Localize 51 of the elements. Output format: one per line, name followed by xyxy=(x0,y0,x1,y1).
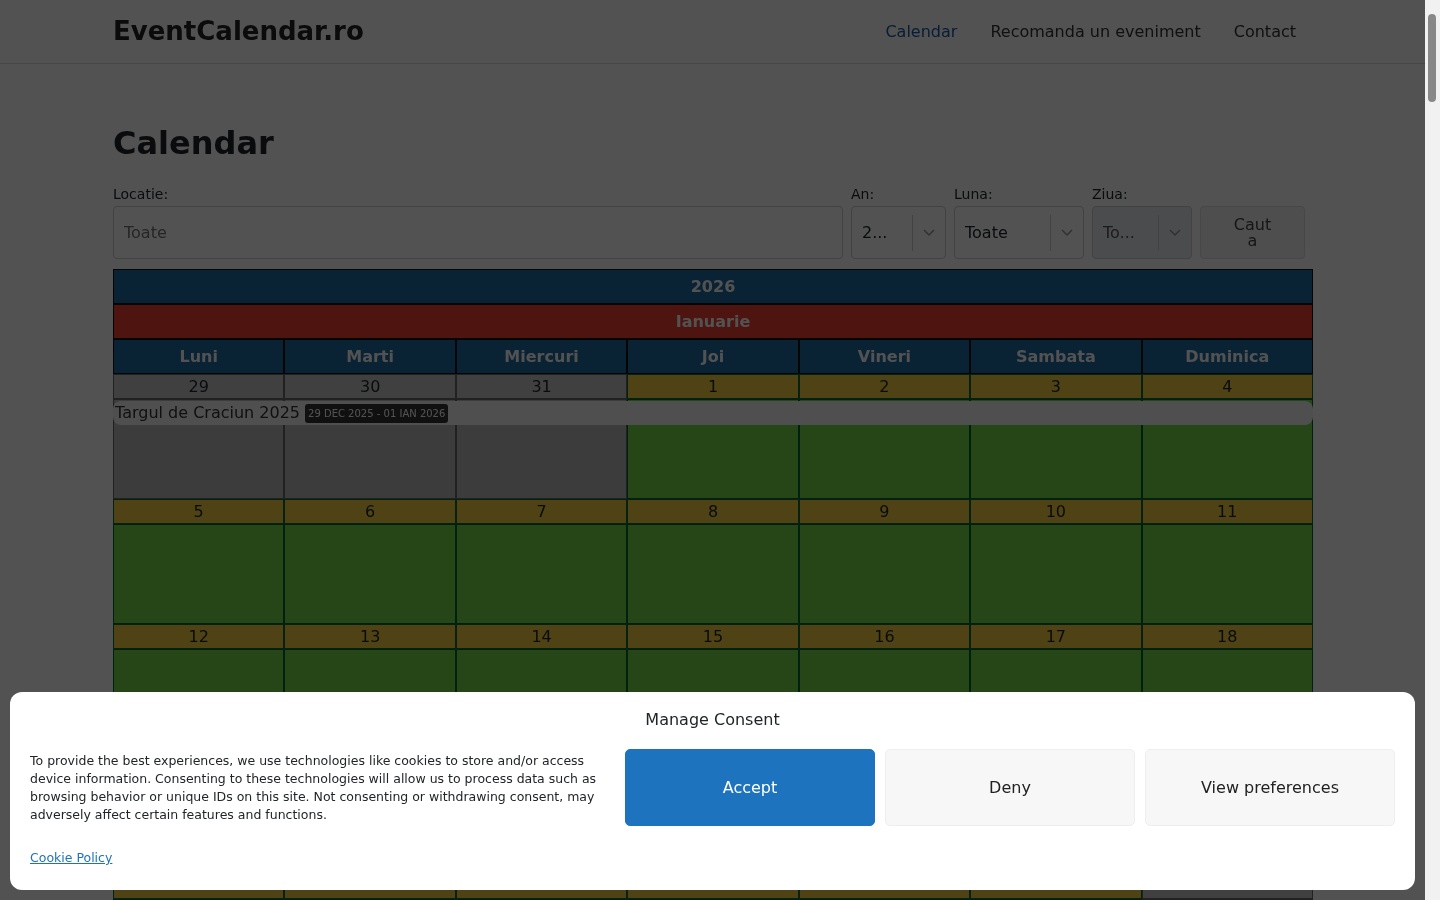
weekday-header: Joi xyxy=(627,339,799,375)
cookie-policy-link[interactable]: Cookie Policy xyxy=(30,849,113,868)
year-header: 2026 xyxy=(113,269,1313,305)
date-cell: 9 xyxy=(798,499,971,525)
chevron-down-icon xyxy=(1061,228,1073,237)
weekday-header: Luni xyxy=(113,339,285,375)
date-cell: 10 xyxy=(970,499,1142,525)
page-title: Calendar xyxy=(113,124,275,163)
date-cell: 8 xyxy=(627,499,799,525)
chevron-down-icon xyxy=(923,228,935,237)
event-title: Targul de Craciun 2025 xyxy=(115,405,301,422)
date-cell: 16 xyxy=(798,624,971,650)
date-cell: 4 xyxy=(1141,374,1313,400)
weekday-header: Miercuri xyxy=(455,339,628,375)
date-cell: 11 xyxy=(1141,499,1313,525)
chevron-down-icon xyxy=(1169,228,1181,237)
weekday-header: Vineri xyxy=(798,339,971,375)
consent-button[interactable]: View preferences xyxy=(1145,749,1395,826)
nav-link[interactable]: Contact xyxy=(1233,19,1296,44)
date-cell: 5 xyxy=(113,499,285,525)
weekday-header: Duminica xyxy=(1141,339,1313,375)
month-header: Ianuarie xyxy=(113,304,1313,340)
consent-button[interactable]: Accept xyxy=(625,749,875,826)
date-cell: 15 xyxy=(627,624,799,650)
dialog-title: Manage Consent xyxy=(644,709,781,731)
field-label: An: xyxy=(851,185,876,205)
scrollbar[interactable] xyxy=(1425,0,1440,900)
field-label: Locatie: xyxy=(113,185,170,205)
nav-link[interactable]: Calendar xyxy=(885,19,958,44)
site-logo[interactable]: EventCalendar.ro xyxy=(113,12,364,51)
date-cell: 6 xyxy=(284,499,456,525)
date-cell: 12 xyxy=(113,624,285,650)
date-cell: 13 xyxy=(284,624,456,650)
date-cell: 14 xyxy=(455,624,628,650)
date-cell: 17 xyxy=(970,624,1142,650)
select-field[interactable]: Toate xyxy=(954,206,1084,260)
date-cell: 2 xyxy=(798,374,971,400)
date-cell: 1 xyxy=(627,374,799,400)
consent-button[interactable]: Deny xyxy=(885,749,1135,826)
date-cell: 18 xyxy=(1141,624,1313,650)
date-cell: 7 xyxy=(455,499,628,525)
weekday-header: Sambata xyxy=(970,339,1142,375)
select-field[interactable]: 2... xyxy=(851,206,946,260)
field-label: Luna: xyxy=(954,185,994,205)
field-label: Ziua: xyxy=(1092,185,1129,205)
date-cell: 3 xyxy=(970,374,1142,400)
date-range-badge: 29 DEC 2025 - 01 IAN 2026 xyxy=(305,403,449,423)
weekday-header: Marti xyxy=(284,339,456,375)
nav-link[interactable]: Recomanda un eveniment xyxy=(990,19,1201,44)
event-bar[interactable]: Targul de Craciun 2025 29 DEC 2025 - 01 IAN 2026 xyxy=(113,401,1313,426)
consent-text: To provide the best experiences, we use technologies like cookies to store and/or access device information. Consenting to these technologies will allow us to process data such as browsing behavior or unique IDs on this site. Not consenting or withdrawing consent, may adversely affect certain features and functions. xyxy=(30,751,598,824)
